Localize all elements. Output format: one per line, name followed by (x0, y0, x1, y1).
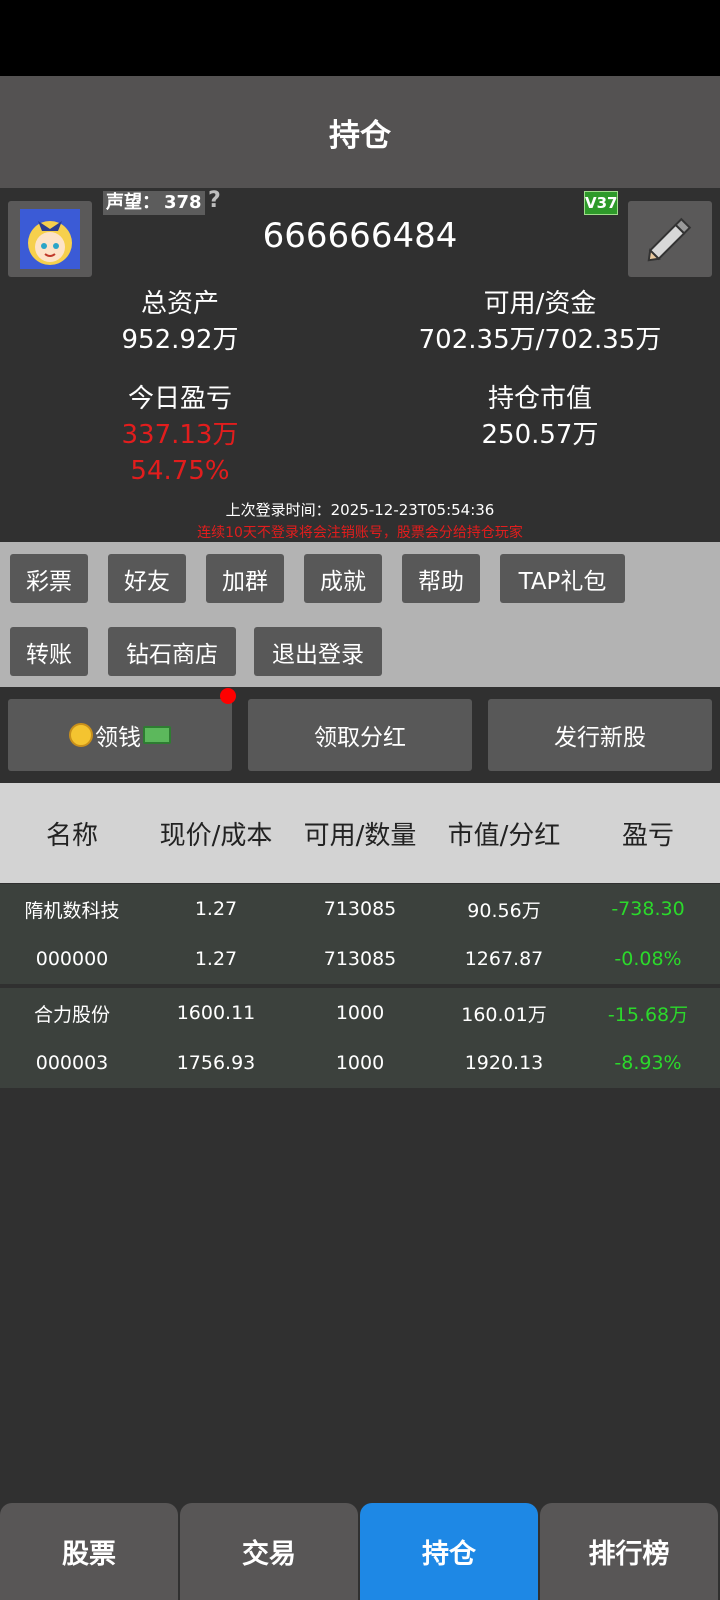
help-icon[interactable]: ? (208, 188, 221, 213)
tab-trade[interactable]: 交易 (180, 1503, 358, 1600)
prestige-label: 声望： 378 (103, 191, 205, 215)
total-assets-value: 952.92万 (121, 325, 239, 355)
stock-dividend: 1267.87 (464, 948, 544, 970)
col-market-value-dividend: 市值/分红 (447, 820, 561, 851)
available-funds-label: 可用/资金 (483, 289, 597, 319)
claim-money-label: 领钱 (95, 725, 141, 751)
logout-button[interactable]: 退出登录 (254, 627, 382, 676)
status-bar (0, 0, 720, 76)
market-value: 持仓市值 250.57万 (420, 381, 660, 453)
account-id: 666666484 (262, 216, 458, 256)
stock-pl-percent: -8.93% (614, 1052, 682, 1074)
notification-dot (220, 688, 236, 704)
stock-available: 713085 (323, 898, 397, 920)
col-profit-loss: 盈亏 (621, 820, 674, 851)
col-available-quantity: 可用/数量 (303, 820, 417, 851)
friends-button[interactable]: 好友 (108, 554, 186, 603)
stock-price: 1.27 (194, 898, 238, 920)
table-row[interactable]: 合力股份 1600.11 1000 160.01万 -15.68万 000003… (0, 988, 720, 1088)
market-value-value: 250.57万 (481, 420, 599, 450)
coin-icon (69, 723, 93, 747)
cash-icon (143, 726, 171, 744)
tab-stocks[interactable]: 股票 (0, 1503, 178, 1600)
stock-code: 000003 (35, 1052, 109, 1074)
today-pl-label: 今日盈亏 (127, 384, 232, 414)
col-price-cost: 现价/成本 (159, 820, 273, 851)
function-menu: 彩票 好友 加群 成就 帮助 TAP礼包 转账 钻石商店 退出登录 (0, 542, 720, 687)
total-assets-label: 总资产 (140, 289, 219, 319)
claim-money-button[interactable]: 领钱 (8, 699, 232, 771)
achievements-button[interactable]: 成就 (304, 554, 382, 603)
stock-pl: -738.30 (611, 898, 685, 920)
diamond-shop-button[interactable]: 钻石商店 (108, 627, 236, 676)
today-pl: 今日盈亏 337.13万 54.75% (60, 381, 300, 489)
stock-available: 1000 (335, 1002, 385, 1024)
stock-dividend: 1920.13 (464, 1052, 544, 1074)
edit-button[interactable] (628, 201, 712, 277)
action-row: 领钱 领取分红 发行新股 (0, 687, 720, 782)
stock-quantity: 1000 (335, 1052, 385, 1074)
stock-market-value: 90.56万 (467, 899, 541, 922)
page-title: 持仓 (0, 76, 720, 188)
transfer-button[interactable]: 转账 (10, 627, 88, 676)
avatar-icon (20, 209, 80, 269)
stock-price: 1600.11 (176, 1002, 256, 1024)
issue-stock-button[interactable]: 发行新股 (488, 699, 712, 771)
pencil-icon (647, 217, 692, 262)
available-funds-value: 702.35万/702.35万 (418, 325, 662, 355)
today-pl-value: 337.13万 (121, 420, 239, 450)
tab-leaderboard[interactable]: 排行榜 (540, 1503, 718, 1600)
stock-name: 合力股份 (33, 1003, 110, 1026)
stock-quantity: 713085 (323, 948, 397, 970)
stock-code: 000000 (35, 948, 109, 970)
stock-pl-percent: -0.08% (614, 948, 682, 970)
col-name: 名称 (45, 820, 98, 851)
today-pl-percent: 54.75% (130, 456, 230, 486)
stock-market-value: 160.01万 (461, 1003, 547, 1026)
claim-dividend-button[interactable]: 领取分红 (248, 699, 472, 771)
tap-gift-button[interactable]: TAP礼包 (500, 554, 625, 603)
stock-cost: 1.27 (194, 948, 238, 970)
vip-badge: V37 (584, 191, 618, 215)
stock-cost: 1756.93 (176, 1052, 256, 1074)
market-value-label: 持仓市值 (487, 384, 592, 414)
total-assets: 总资产 952.92万 (60, 286, 300, 358)
table-row[interactable]: 隋机数科技 1.27 713085 90.56万 -738.30 000000 … (0, 884, 720, 984)
join-group-button[interactable]: 加群 (206, 554, 284, 603)
lottery-button[interactable]: 彩票 (10, 554, 88, 603)
bottom-tab-bar: 股票 交易 持仓 排行榜 (0, 1503, 720, 1600)
prestige-value: 378 (164, 192, 202, 213)
available-funds: 可用/资金 702.35万/702.35万 (380, 286, 700, 358)
tab-holdings[interactable]: 持仓 (360, 1503, 538, 1600)
inactivity-warning: 连续10天不登录将会注销账号，股票会分给持仓玩家 (197, 525, 523, 541)
help-button[interactable]: 帮助 (402, 554, 480, 603)
stock-name: 隋机数科技 (24, 899, 120, 922)
avatar[interactable] (8, 201, 92, 277)
last-login-time: 上次登录时间：2025-12-23T05:54:36 (225, 501, 495, 519)
holdings-table-header: 名称 现价/成本 可用/数量 市值/分红 盈亏 (0, 783, 720, 883)
prestige-label-text: 声望： (106, 192, 160, 213)
stock-pl: -15.68万 (607, 1003, 689, 1026)
account-panel: 声望： 378 ? V37 666666484 总资产 952.92万 可用/资… (0, 188, 720, 542)
